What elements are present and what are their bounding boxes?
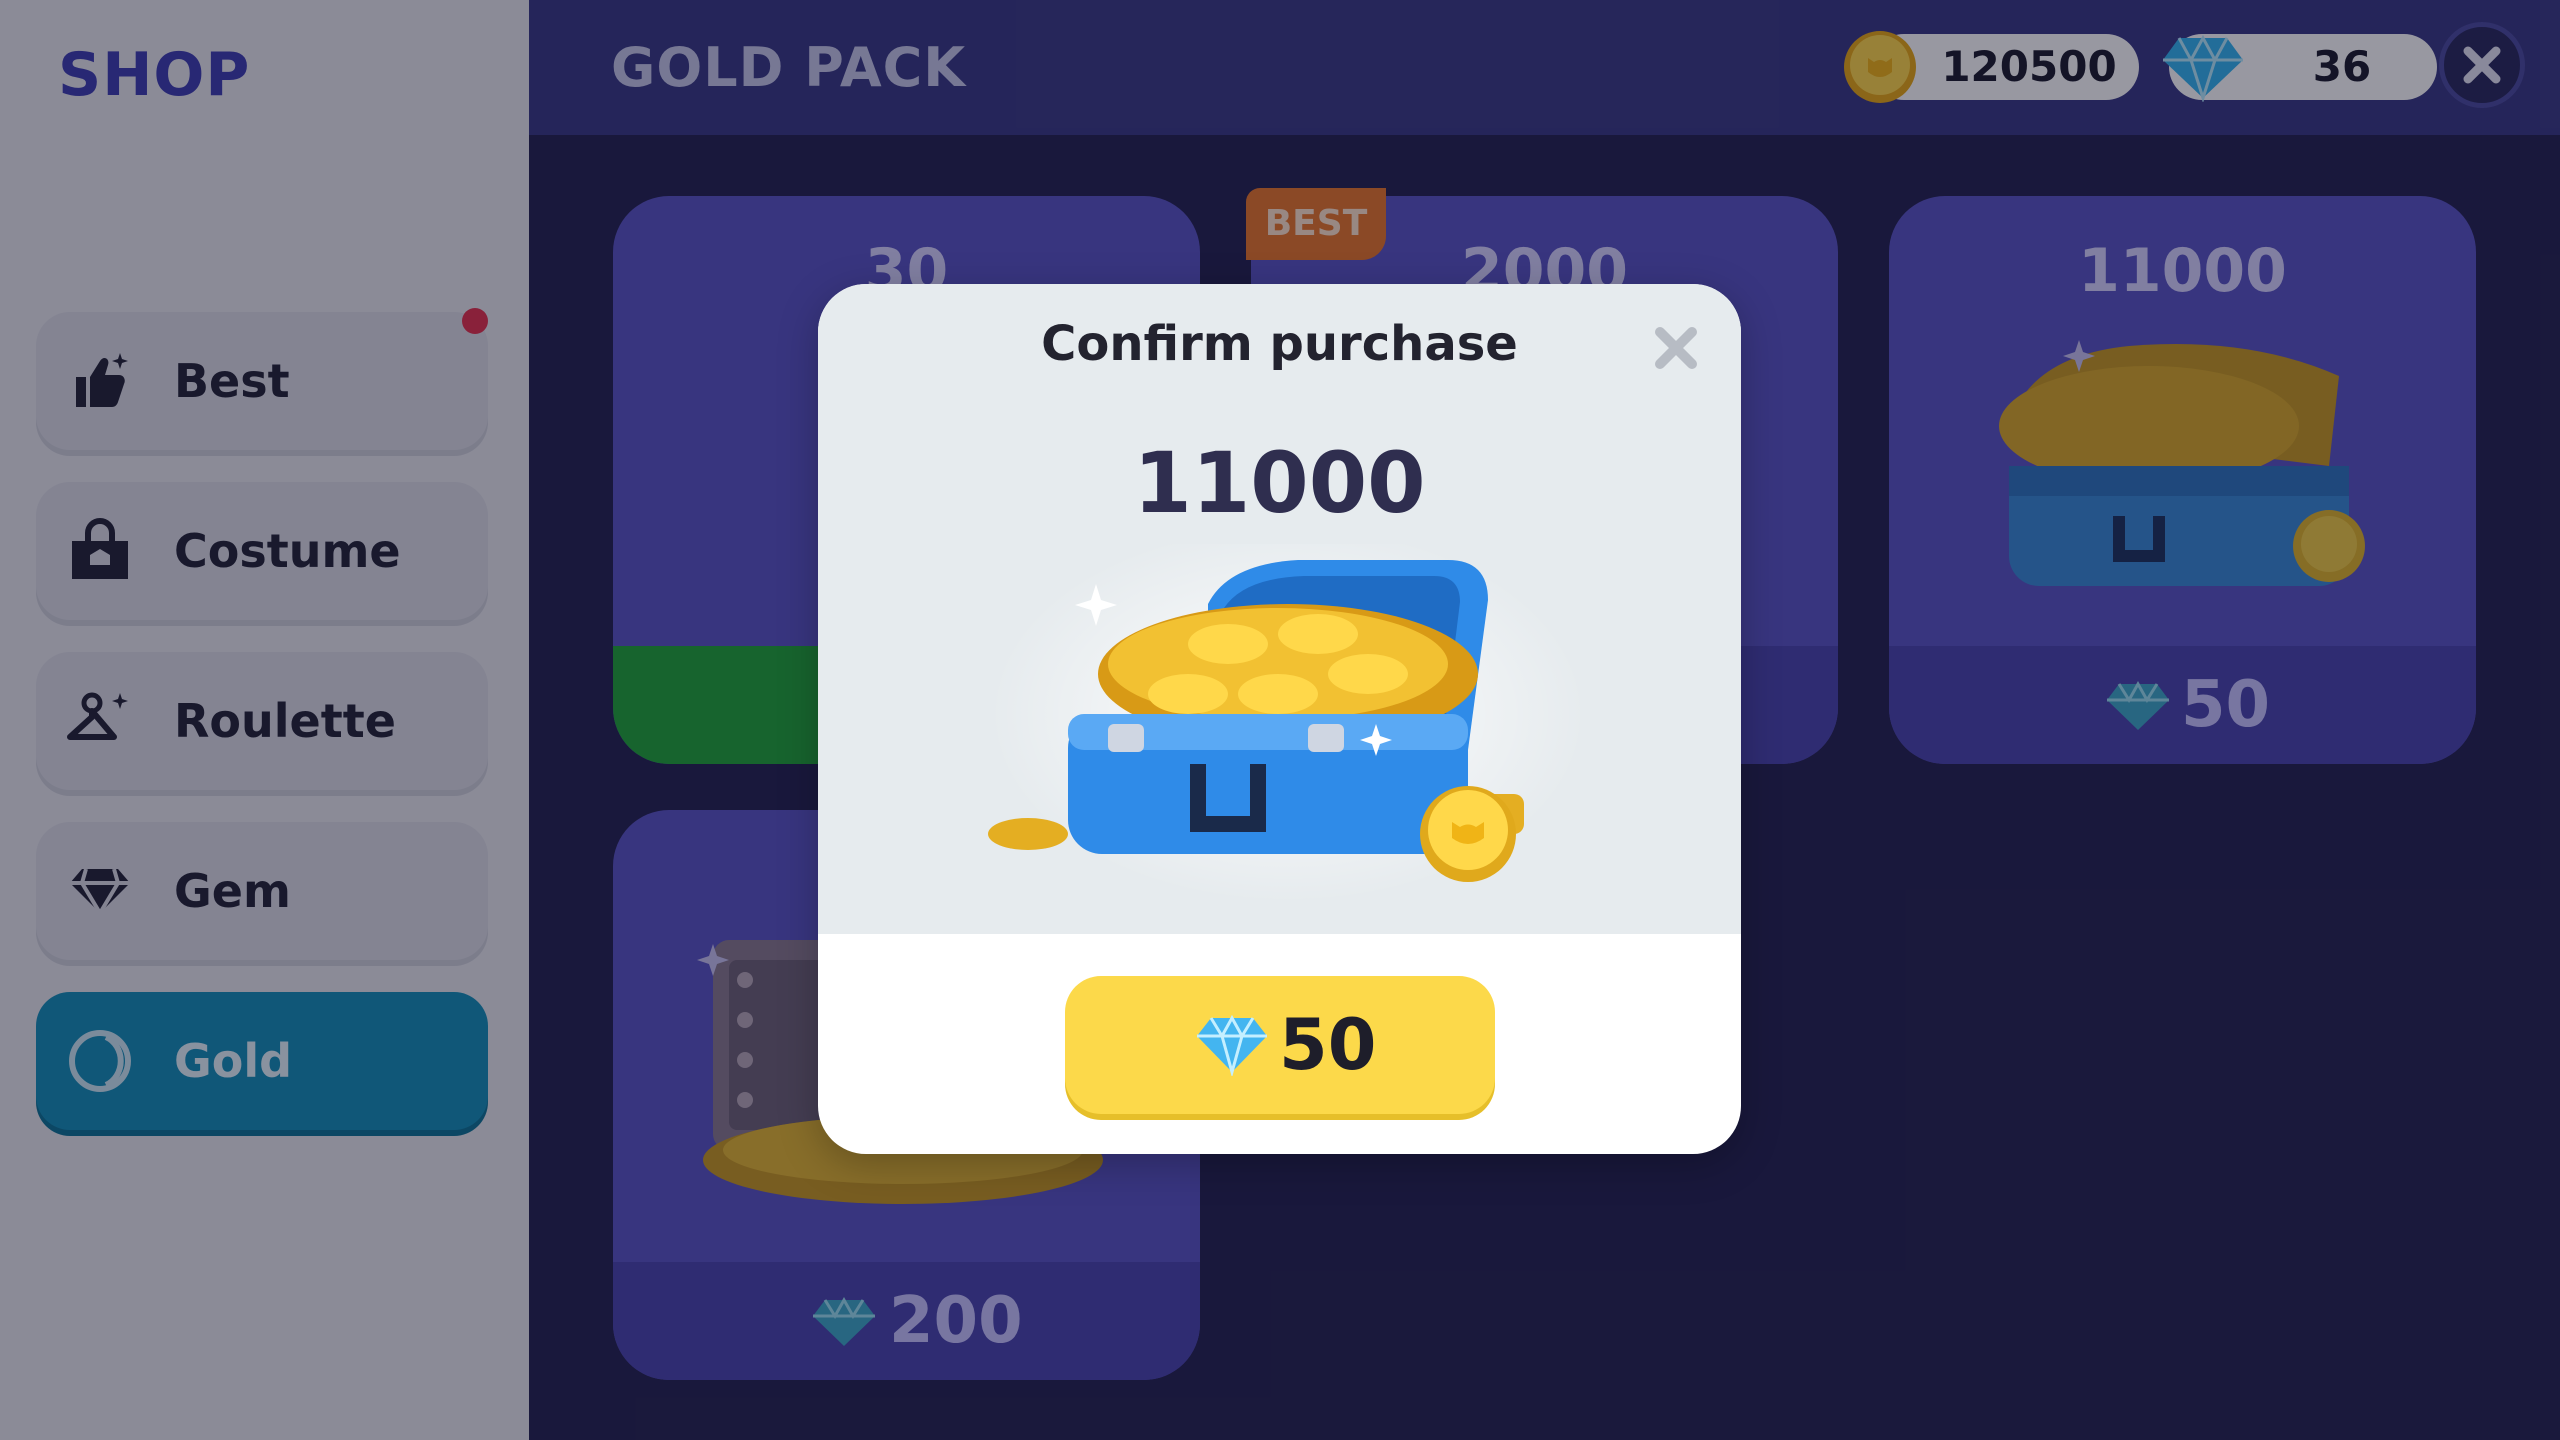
close-icon[interactable] <box>1648 320 1704 376</box>
confirm-purchase-dialog: Confirm purchase 11000 50 <box>818 284 1741 1154</box>
gold-suitcase-image <box>988 544 1588 904</box>
gem-icon <box>1197 1014 1267 1076</box>
dialog-title: Confirm purchase <box>1041 316 1518 372</box>
dialog-gold-amount: 11000 <box>1133 434 1426 532</box>
buy-button[interactable]: 50 <box>1065 976 1495 1114</box>
dialog-header: Confirm purchase 11000 <box>818 284 1741 934</box>
buy-price-value: 50 <box>1279 1004 1377 1086</box>
